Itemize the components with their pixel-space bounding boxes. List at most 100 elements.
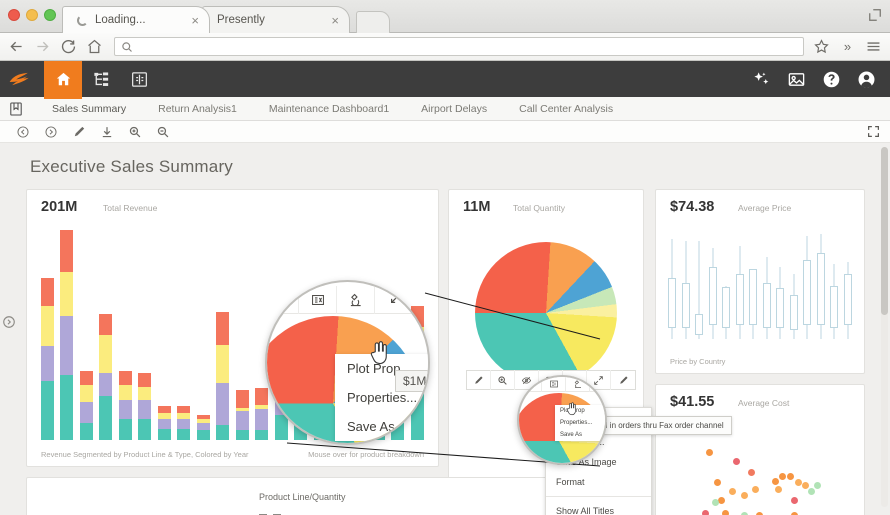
scatter-point[interactable] bbox=[702, 509, 710, 515]
scatter-point[interactable] bbox=[794, 479, 802, 487]
bar-segment[interactable] bbox=[216, 344, 230, 383]
bar-segment[interactable] bbox=[235, 430, 249, 440]
hover-annotate-button[interactable] bbox=[611, 370, 635, 390]
brand-logo[interactable] bbox=[0, 61, 44, 97]
context-menu-item[interactable]: Format bbox=[546, 472, 651, 492]
box-rect[interactable] bbox=[749, 269, 758, 326]
scatter-point[interactable] bbox=[771, 478, 779, 486]
hamburger-menu-icon[interactable] bbox=[865, 38, 882, 55]
bar-column[interactable] bbox=[41, 230, 54, 440]
step-forward-icon[interactable] bbox=[44, 125, 58, 139]
scatter-point[interactable] bbox=[740, 492, 748, 500]
bar-segment[interactable] bbox=[79, 401, 93, 423]
box-plot-column[interactable] bbox=[816, 234, 825, 351]
scatter-point[interactable] bbox=[733, 457, 741, 465]
tab-sales-summary[interactable]: Sales Summary bbox=[36, 103, 142, 115]
bar-segment[interactable] bbox=[177, 405, 191, 414]
scatter-point[interactable] bbox=[786, 473, 794, 480]
box-plot-column[interactable] bbox=[708, 234, 717, 351]
box-rect[interactable] bbox=[695, 313, 704, 335]
bar-segment[interactable] bbox=[138, 399, 152, 419]
zoom-out-icon[interactable] bbox=[156, 125, 170, 139]
bar-segment[interactable] bbox=[99, 314, 113, 336]
address-input[interactable] bbox=[139, 40, 797, 53]
hover-zoom-button[interactable] bbox=[491, 370, 515, 390]
overflow-chevron-icon[interactable]: » bbox=[839, 38, 856, 55]
user-avatar-icon[interactable] bbox=[857, 70, 876, 89]
back-arrow-icon[interactable] bbox=[8, 38, 25, 55]
close-tab-icon[interactable]: × bbox=[325, 14, 339, 27]
bar-segment[interactable] bbox=[157, 419, 171, 429]
bar-segment[interactable] bbox=[41, 277, 54, 307]
sparkle-icon[interactable] bbox=[752, 70, 771, 89]
box-rect[interactable] bbox=[735, 273, 744, 326]
bar-segment[interactable] bbox=[216, 312, 230, 345]
bar-segment[interactable] bbox=[60, 375, 74, 440]
bar-segment[interactable] bbox=[79, 384, 93, 402]
scatter-point[interactable] bbox=[748, 468, 756, 476]
tab-maintenance-dashboard1[interactable]: Maintenance Dashboard1 bbox=[253, 103, 405, 115]
expand-panel-icon[interactable] bbox=[2, 315, 16, 329]
box-rect[interactable] bbox=[708, 266, 717, 326]
scatter-point[interactable] bbox=[712, 498, 719, 506]
box-plot-column[interactable] bbox=[735, 234, 744, 351]
bar-segment[interactable] bbox=[138, 373, 152, 387]
bar-segment[interactable] bbox=[157, 428, 171, 440]
vertical-scrollbar[interactable] bbox=[881, 147, 888, 507]
bar-column[interactable] bbox=[60, 230, 74, 440]
bar-segment[interactable] bbox=[118, 371, 132, 385]
bar-segment[interactable] bbox=[99, 373, 113, 397]
bar-segment[interactable] bbox=[177, 419, 191, 429]
window-controls[interactable] bbox=[8, 9, 56, 21]
box-rect[interactable] bbox=[816, 252, 825, 326]
bar-segment[interactable] bbox=[196, 430, 210, 440]
bar-segment[interactable] bbox=[41, 346, 54, 381]
tab-return-analysis1[interactable]: Return Analysis1 bbox=[142, 103, 253, 115]
scatter-point[interactable] bbox=[775, 485, 783, 493]
browser-tab-presently[interactable]: Presently × bbox=[202, 6, 350, 33]
bar-segment[interactable] bbox=[235, 411, 249, 431]
bar-column[interactable] bbox=[216, 230, 230, 440]
box-plot-column[interactable] bbox=[830, 234, 839, 351]
bar-segment[interactable] bbox=[60, 230, 74, 273]
bookmark-icon[interactable] bbox=[8, 101, 24, 117]
bar-segment[interactable] bbox=[79, 371, 93, 385]
browser-tab-strip[interactable]: Loading... × Presently × bbox=[62, 5, 390, 33]
forward-arrow-icon[interactable] bbox=[34, 38, 51, 55]
box-rect[interactable] bbox=[843, 273, 852, 326]
scatter-point[interactable] bbox=[779, 473, 787, 480]
bar-segment[interactable] bbox=[41, 306, 54, 347]
presentation-icon[interactable] bbox=[787, 70, 806, 89]
bar-segment[interactable] bbox=[138, 386, 152, 400]
pie-slices[interactable] bbox=[475, 242, 617, 384]
bar-segment[interactable] bbox=[177, 428, 191, 440]
box-plot-column[interactable] bbox=[722, 234, 731, 351]
box-plot-column[interactable] bbox=[762, 234, 771, 351]
browser-tab-loading[interactable]: Loading... × bbox=[62, 6, 210, 33]
window-maximize-icon[interactable] bbox=[868, 8, 882, 22]
bar-segment[interactable] bbox=[235, 390, 249, 408]
bar-column[interactable] bbox=[157, 230, 171, 440]
scatter-point[interactable] bbox=[706, 449, 714, 457]
scatter-point[interactable] bbox=[813, 481, 821, 489]
address-bar[interactable] bbox=[114, 37, 804, 56]
scatter-point[interactable] bbox=[729, 488, 737, 496]
bar-column[interactable] bbox=[79, 230, 93, 440]
bar-segment[interactable] bbox=[196, 422, 210, 431]
bar-segment[interactable] bbox=[60, 315, 74, 376]
box-plot-column[interactable] bbox=[803, 234, 812, 351]
nav-hierarchy-button[interactable] bbox=[82, 61, 120, 97]
bookmark-star-icon[interactable] bbox=[813, 38, 830, 55]
close-window-button[interactable] bbox=[8, 9, 20, 21]
bar-segment[interactable] bbox=[79, 422, 93, 440]
scatter-point[interactable] bbox=[802, 481, 810, 489]
scatter-point[interactable] bbox=[808, 488, 815, 496]
fullscreen-icon[interactable] bbox=[867, 125, 880, 138]
close-tab-icon[interactable]: × bbox=[185, 14, 199, 27]
box-rect[interactable] bbox=[776, 287, 785, 328]
bar-column[interactable] bbox=[196, 230, 210, 440]
nav-library-button[interactable] bbox=[120, 61, 158, 97]
bar-segment[interactable] bbox=[41, 380, 54, 440]
help-icon[interactable] bbox=[822, 70, 841, 89]
home-icon[interactable] bbox=[86, 38, 103, 55]
